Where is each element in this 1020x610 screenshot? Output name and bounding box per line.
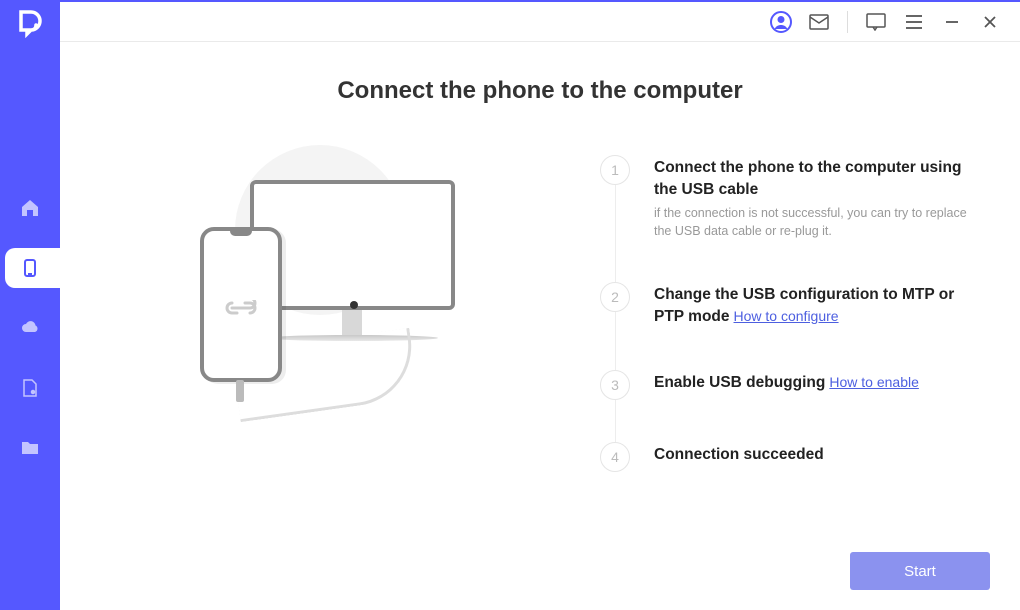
- step-2: 2 Change the USB configuration to MTP or…: [600, 282, 980, 369]
- step-hint: if the connection is not successful, you…: [654, 205, 980, 240]
- content: Connect the phone to the computer: [60, 42, 1020, 532]
- step-title: Enable USB debuggingHow to enable: [654, 372, 980, 394]
- step-title: Connect the phone to the computer using …: [654, 157, 980, 200]
- minimize-icon[interactable]: [936, 6, 968, 38]
- account-icon[interactable]: [765, 6, 797, 38]
- sidebar-item-phone[interactable]: [5, 248, 60, 288]
- main-panel: Connect the phone to the computer: [60, 0, 1020, 610]
- sidebar-item-cloud[interactable]: [10, 308, 50, 348]
- content-body: 1 Connect the phone to the computer usin…: [100, 155, 980, 472]
- page-title: Connect the phone to the computer: [100, 77, 980, 105]
- step-title: Change the USB configuration to MTP or P…: [654, 284, 980, 327]
- titlebar: [60, 0, 1020, 42]
- step-title: Connection succeeded: [654, 444, 980, 466]
- configure-link[interactable]: How to configure: [734, 308, 839, 324]
- illustration: [100, 155, 530, 472]
- step-number: 1: [600, 155, 630, 185]
- close-icon[interactable]: [974, 6, 1006, 38]
- menu-icon[interactable]: [898, 6, 930, 38]
- sidebar-item-file[interactable]: [10, 368, 50, 408]
- app-logo: [15, 8, 45, 38]
- sidebar-item-home[interactable]: [10, 188, 50, 228]
- link-icon: [225, 299, 257, 317]
- step-number: 3: [600, 370, 630, 400]
- step-3: 3 Enable USB debuggingHow to enable: [600, 370, 980, 442]
- titlebar-separator: [847, 11, 848, 33]
- mail-icon[interactable]: [803, 6, 835, 38]
- step-number: 4: [600, 442, 630, 472]
- step-number: 2: [600, 282, 630, 312]
- step-1: 1 Connect the phone to the computer usin…: [600, 155, 980, 282]
- footer: Start: [60, 532, 1020, 610]
- chat-icon[interactable]: [860, 6, 892, 38]
- sidebar: [0, 0, 60, 610]
- start-button[interactable]: Start: [850, 552, 990, 590]
- steps-list: 1 Connect the phone to the computer usin…: [600, 155, 980, 472]
- sidebar-item-folder[interactable]: [10, 428, 50, 468]
- step-4: 4 Connection succeeded: [600, 442, 980, 472]
- enable-link[interactable]: How to enable: [829, 374, 919, 390]
